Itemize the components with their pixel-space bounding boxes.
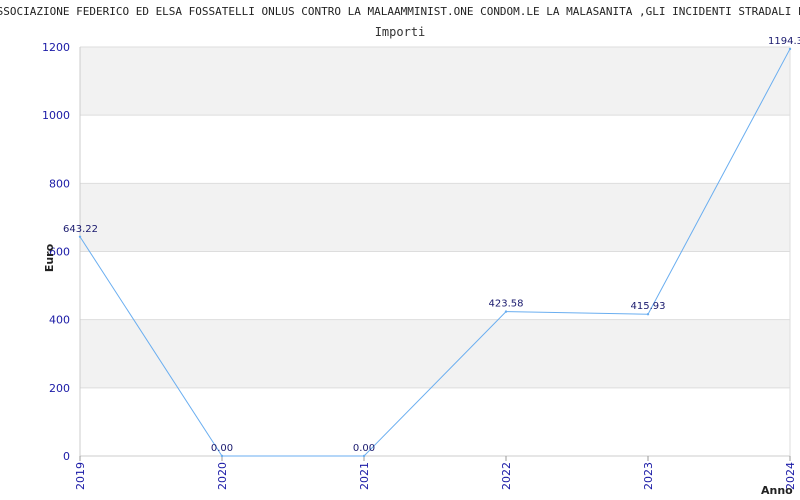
line-chart: 020040060080010001200 2019 2020 2021 2022 20…: [42, 36, 800, 497]
y-tick-label: 1200: [42, 41, 70, 54]
x-tick-label: 2022: [500, 462, 513, 490]
y-tick-label: 200: [49, 382, 70, 395]
y-tick-label: 800: [49, 177, 70, 190]
data-point: [504, 310, 508, 313]
x-axis-label: Anno: [761, 484, 793, 497]
data-label: 1194.3: [768, 36, 800, 47]
x-tick-label: 2023: [642, 462, 655, 490]
plot-bands: [80, 47, 790, 388]
x-tick-label: 2019: [74, 462, 87, 490]
data-label: 415.93: [631, 301, 666, 312]
data-label: 0.00: [211, 443, 233, 454]
data-label: 423.58: [489, 299, 524, 310]
y-axis-label: Euro: [43, 243, 56, 272]
y-tick-label: 400: [49, 314, 70, 327]
plot-band: [80, 47, 790, 116]
x-tick-labels: 2019 2020 2021 2022 2023 2024: [74, 462, 797, 490]
x-tick-label: 2020: [216, 462, 229, 490]
data-point: [220, 454, 224, 458]
data-label: 643.22: [63, 224, 98, 235]
data-point: [646, 313, 650, 316]
x-tick-label: 2021: [358, 462, 371, 490]
y-tick-label: 0: [63, 450, 70, 463]
plot-band: [80, 319, 790, 388]
y-tick-label: 1000: [42, 109, 70, 122]
plot-band: [80, 183, 790, 252]
data-point: [78, 235, 82, 238]
data-label: 0.00: [353, 443, 375, 454]
data-point: [362, 454, 366, 458]
data-point: [788, 47, 792, 51]
